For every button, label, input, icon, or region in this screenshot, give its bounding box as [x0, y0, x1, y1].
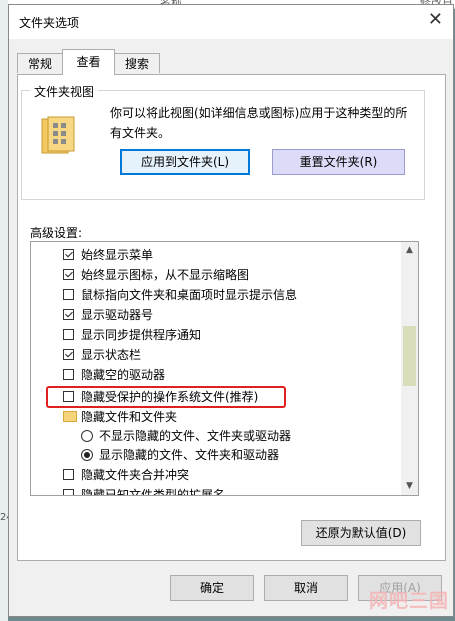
radio-button[interactable] — [81, 449, 93, 461]
setting-label: 鼠标指向文件夹和桌面项时显示提示信息 — [81, 288, 298, 302]
setting-label: 始终显示菜单 — [81, 248, 154, 262]
watermark: 网吧三国 — [368, 590, 449, 612]
dialog-titlebar: 文件夹选项 ✕ — [9, 5, 453, 39]
checkbox[interactable] — [63, 391, 74, 402]
close-icon[interactable]: ✕ — [428, 11, 443, 29]
reset-folders-button[interactable]: 重置文件夹(R) — [272, 149, 405, 175]
setting-label: 不显示隐藏的文件、文件夹或驱动器 — [99, 429, 292, 443]
dialog-title: 文件夹选项 — [19, 16, 80, 30]
advanced-settings-list: 始终显示菜单 始终显示图标，从不显示缩略图 鼠标指向文件夹和桌面项时显示提示信息… — [30, 241, 419, 496]
scroll-down-arrow-icon[interactable]: ▼ — [401, 478, 418, 495]
checkbox[interactable] — [63, 489, 74, 495]
tab-general[interactable]: 常规 — [17, 53, 63, 73]
checkbox[interactable] — [63, 249, 74, 260]
folder-icon — [63, 411, 77, 422]
tab-view[interactable]: 查看 — [62, 49, 115, 75]
ok-button[interactable]: 确定 — [170, 575, 254, 601]
tab-search[interactable]: 搜索 — [114, 53, 160, 73]
setting-hide-merge-conflicts[interactable]: 隐藏文件夹合并冲突 — [31, 465, 391, 485]
folder-views-description: 你可以将此视图(如详细信息或图标)应用于这种类型的所有文件夹。 — [110, 106, 408, 140]
checkbox[interactable] — [63, 369, 74, 380]
checkbox[interactable] — [63, 349, 74, 360]
setting-label: 隐藏文件夹合并冲突 — [81, 468, 190, 482]
setting-label: 隐藏已知文件类型的扩展名 — [81, 488, 226, 496]
setting-show-sync-notifications[interactable]: 显示同步提供程序通知 — [31, 325, 391, 345]
setting-hide-protected-os-files[interactable]: 隐藏受保护的操作系统文件(推荐) — [31, 387, 391, 407]
setting-label: 始终显示图标，从不显示缩略图 — [81, 268, 250, 282]
background-left-strip: 24 — [0, 0, 13, 621]
setting-label: 隐藏受保护的操作系统文件(推荐) — [81, 390, 259, 404]
checkbox[interactable] — [63, 269, 74, 280]
setting-label: 显示驱动器号 — [81, 308, 154, 322]
checkbox[interactable] — [63, 309, 74, 320]
folder-view-icon — [41, 116, 75, 154]
setting-always-show-icons[interactable]: 始终显示图标，从不显示缩略图 — [31, 265, 391, 285]
cancel-button[interactable]: 取消 — [264, 575, 348, 601]
setting-hide-extensions[interactable]: 隐藏已知文件类型的扩展名 — [31, 485, 391, 496]
setting-show-hidden[interactable]: 显示隐藏的文件、文件夹和驱动器 — [31, 445, 391, 465]
folder-views-title: 文件夹视图 — [30, 83, 99, 100]
scroll-up-arrow-icon[interactable]: ▲ — [401, 242, 418, 259]
checkbox[interactable] — [63, 469, 74, 480]
radio-button[interactable] — [81, 430, 93, 442]
setting-always-show-menus[interactable]: 始终显示菜单 — [31, 245, 391, 265]
setting-label: 显示状态栏 — [81, 348, 142, 362]
restore-defaults-button[interactable]: 还原为默认值(D) — [301, 520, 421, 546]
checkbox[interactable] — [63, 329, 74, 340]
checkbox[interactable] — [63, 289, 74, 300]
advanced-settings-label: 高级设置: — [30, 226, 83, 240]
setting-dont-show-hidden[interactable]: 不显示隐藏的文件、文件夹或驱动器 — [31, 426, 391, 446]
apply-to-folders-button[interactable]: 应用到文件夹(L) — [120, 149, 250, 175]
setting-hide-empty-drives[interactable]: 隐藏空的驱动器 — [31, 365, 391, 385]
scrollbar[interactable]: ▲ ▼ — [401, 242, 418, 495]
setting-label: 隐藏空的驱动器 — [81, 368, 166, 382]
setting-show-status-bar[interactable]: 显示状态栏 — [31, 345, 391, 365]
setting-label: 隐藏文件和文件夹 — [81, 410, 178, 424]
folder-views-group: 文件夹视图 你可以将此视图(如详细信息或图标)应用于这种类型的所有文件夹。 应用… — [21, 83, 425, 200]
setting-label: 显示隐藏的文件、文件夹和驱动器 — [99, 448, 280, 462]
setting-show-drive-letters[interactable]: 显示驱动器号 — [31, 305, 391, 325]
scroll-thumb[interactable] — [403, 326, 416, 386]
setting-show-pop-up-description[interactable]: 鼠标指向文件夹和桌面项时显示提示信息 — [31, 285, 391, 305]
setting-label: 显示同步提供程序通知 — [81, 328, 202, 342]
setting-group-hidden-files: 隐藏文件和文件夹 — [31, 407, 391, 427]
